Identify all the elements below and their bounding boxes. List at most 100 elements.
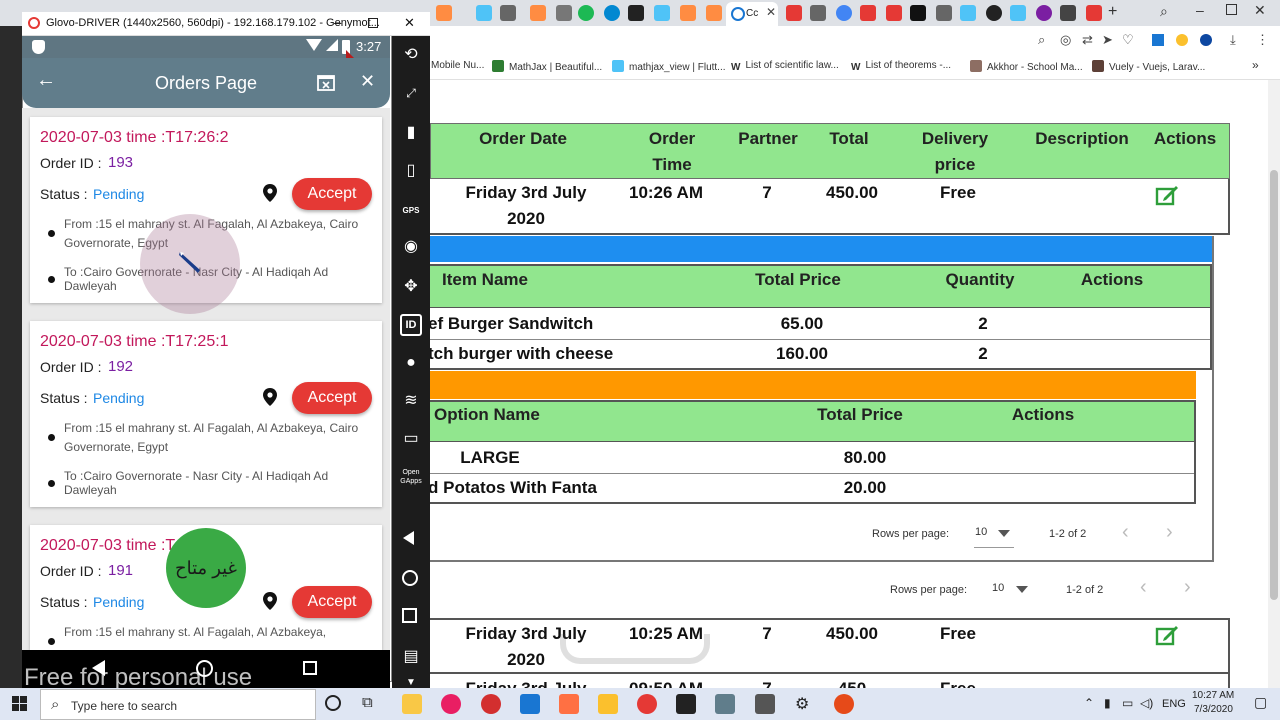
menu-icon[interactable]: ⋮ bbox=[1256, 32, 1269, 48]
taskbar-date[interactable]: 7/3/2020 bbox=[1194, 704, 1233, 715]
tab-icon[interactable] bbox=[1060, 5, 1076, 21]
translate-icon[interactable]: ⇄ bbox=[1082, 32, 1093, 48]
disk-io-icon[interactable]: ● bbox=[400, 352, 422, 374]
settings-icon[interactable]: ⚙ bbox=[795, 694, 809, 714]
notifications-icon[interactable]: ▢ bbox=[1254, 694, 1267, 711]
tab-icon[interactable] bbox=[1036, 5, 1052, 21]
download-icon[interactable]: ⤓ bbox=[1230, 32, 1236, 48]
tab-icon[interactable] bbox=[810, 5, 826, 21]
tab-icon[interactable] bbox=[860, 5, 876, 21]
table-row[interactable]: Friday 3rd July 2020 10:25 AM 7 450.00 F… bbox=[430, 620, 1230, 674]
header-partner[interactable]: Partner bbox=[731, 126, 805, 152]
bookmark-item[interactable]: Vuely - Vuejs, Larav... bbox=[1092, 60, 1205, 73]
tab-icon[interactable] bbox=[910, 5, 926, 21]
tab-icon[interactable] bbox=[500, 5, 516, 21]
table-row[interactable]: LARGE 80.00 bbox=[428, 443, 1194, 474]
minimize-emulator-button[interactable]: – bbox=[334, 15, 341, 30]
header-item-name[interactable]: Item Name bbox=[442, 267, 562, 293]
header-delivery-price[interactable]: Delivery bbox=[911, 126, 999, 152]
location-pin-icon[interactable] bbox=[263, 184, 277, 202]
edit-icon[interactable] bbox=[1155, 184, 1179, 206]
active-tab[interactable]: Cc ✕ bbox=[726, 2, 778, 26]
volume-icon[interactable]: ◁) bbox=[1140, 696, 1153, 710]
language-indicator[interactable]: ENG bbox=[1162, 698, 1186, 710]
zoom-icon[interactable]: ⌕ bbox=[1038, 32, 1045, 48]
home-icon[interactable] bbox=[402, 570, 418, 586]
tray-chevron-up-icon[interactable]: ⌃ bbox=[1084, 696, 1094, 710]
header-description[interactable]: Description bbox=[1027, 126, 1137, 152]
app-icon[interactable] bbox=[715, 694, 735, 714]
minimize-window-button[interactable]: – bbox=[1196, 2, 1204, 18]
header-total[interactable]: Total bbox=[821, 126, 877, 152]
opera-icon[interactable] bbox=[481, 694, 501, 714]
tab-icon[interactable] bbox=[604, 5, 620, 21]
app-icon[interactable] bbox=[755, 694, 775, 714]
close-icon[interactable]: ✕ bbox=[360, 71, 375, 92]
cortana-icon[interactable] bbox=[325, 695, 341, 711]
nav-recents-icon[interactable] bbox=[303, 661, 317, 675]
page-scrollbar[interactable] bbox=[1268, 80, 1280, 688]
tab-icon[interactable] bbox=[836, 5, 852, 21]
taskbar-search-box[interactable]: ⌕ Type here to search bbox=[40, 689, 316, 720]
screenshot-icon[interactable]: ◎ bbox=[1060, 32, 1071, 48]
header-quantity[interactable]: Quantity bbox=[930, 267, 1030, 293]
bookmark-item[interactable]: mathjax_view | Flutt... bbox=[612, 60, 726, 73]
tab-icon[interactable] bbox=[556, 5, 572, 21]
windows-start-icon[interactable] bbox=[12, 696, 28, 712]
tab-icon[interactable] bbox=[960, 5, 976, 21]
table-row[interactable]: tch burger with cheese 160.00 2 bbox=[428, 341, 1210, 370]
location-pin-icon[interactable] bbox=[263, 388, 277, 406]
edit-icon[interactable] bbox=[1155, 624, 1179, 646]
app-icon[interactable] bbox=[834, 694, 854, 714]
maximize-window-button[interactable] bbox=[1226, 4, 1237, 15]
close-emulator-button[interactable]: ✕ bbox=[404, 15, 415, 31]
table-row[interactable]: d Potatos With Fanta 20.00 bbox=[428, 475, 1194, 504]
vscode-icon[interactable] bbox=[520, 694, 540, 714]
heart-icon[interactable]: ♡ bbox=[1122, 32, 1134, 48]
send-icon[interactable]: ➤ bbox=[1102, 32, 1113, 48]
location-pin-icon[interactable] bbox=[263, 592, 277, 610]
bookmark-item[interactable]: W List of theorems -... bbox=[851, 60, 951, 74]
network-icon[interactable]: ▭ bbox=[1122, 696, 1133, 710]
pixel-perfect-icon[interactable]: ⤢ bbox=[400, 82, 422, 104]
previous-page-icon[interactable]: ‹ bbox=[1140, 576, 1147, 599]
close-tab-icon[interactable]: ✕ bbox=[766, 5, 776, 19]
app-icon[interactable] bbox=[598, 694, 618, 714]
sms-icon[interactable]: ▭ bbox=[400, 428, 422, 450]
order-card[interactable]: 2020-07-03 time :T17:25:1 Order ID : 192… bbox=[30, 321, 382, 507]
remote-control-icon[interactable]: ✥ bbox=[400, 276, 422, 298]
open-gapps-icon[interactable]: Open GApps bbox=[400, 468, 422, 490]
tab-icon[interactable] bbox=[628, 5, 644, 21]
back-icon[interactable] bbox=[403, 531, 414, 545]
tab-icon[interactable] bbox=[1086, 5, 1102, 21]
accept-button[interactable]: Accept bbox=[292, 586, 372, 618]
file-explorer-icon[interactable] bbox=[402, 694, 422, 714]
previous-page-icon[interactable]: ‹ bbox=[1122, 521, 1129, 544]
tab-icon[interactable] bbox=[1010, 5, 1026, 21]
extension-icon[interactable] bbox=[1200, 34, 1212, 46]
back-arrow-icon[interactable]: ← bbox=[36, 69, 56, 92]
accept-button[interactable]: Accept bbox=[292, 382, 372, 414]
tab-icon[interactable] bbox=[680, 5, 696, 21]
header-order-date[interactable]: Order Date bbox=[461, 126, 585, 152]
header-total-price[interactable]: Total Price bbox=[738, 267, 858, 293]
extension-icon[interactable] bbox=[1152, 34, 1164, 46]
calendar-icon[interactable] bbox=[317, 73, 335, 91]
chevron-down-icon[interactable] bbox=[998, 530, 1010, 537]
capture-icon[interactable]: ▮ bbox=[400, 122, 422, 144]
battery-widget-icon[interactable]: ▯ bbox=[400, 160, 422, 182]
network-icon[interactable]: ≋ bbox=[400, 390, 422, 412]
camera-icon[interactable]: ◉ bbox=[400, 236, 422, 258]
tab-icon[interactable] bbox=[936, 5, 952, 21]
extension-icon[interactable] bbox=[1176, 34, 1188, 46]
table-row[interactable]: ef Burger Sandwitch 65.00 2 bbox=[428, 309, 1210, 340]
app-icon[interactable] bbox=[441, 694, 461, 714]
tab-icon[interactable] bbox=[706, 5, 722, 21]
gps-icon[interactable]: GPS bbox=[400, 200, 422, 222]
recents-icon[interactable] bbox=[402, 608, 417, 623]
identifiers-icon[interactable]: ID bbox=[400, 314, 422, 336]
table-row[interactable]: Friday 3rd July 2020 10:26 AM 7 450.00 F… bbox=[430, 180, 1230, 235]
tab-icon[interactable] bbox=[530, 5, 546, 21]
next-page-icon[interactable]: › bbox=[1184, 576, 1191, 599]
bookmark-item[interactable]: Akkhor - School Ma... bbox=[970, 60, 1083, 73]
